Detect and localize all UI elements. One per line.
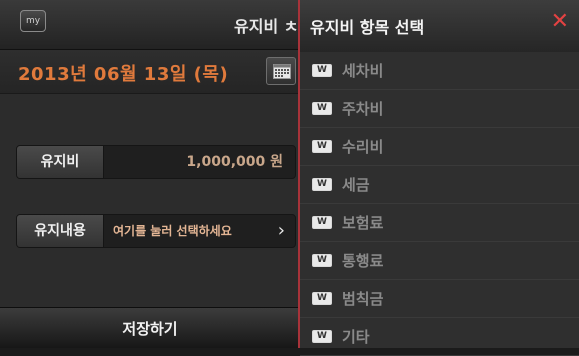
list-item[interactable]: W 통행료 [300,242,579,280]
list-item-label: 세차비 [342,62,384,80]
date-display[interactable]: 2013년 06월 13일 (목) [18,60,228,86]
won-tag-icon-text: W [317,103,327,113]
list-item-label: 수리비 [342,138,384,156]
won-tag-icon: W [312,254,332,267]
list-item[interactable]: W 주차비 [300,90,579,128]
won-tag-icon: W [312,178,332,191]
panel-title: 유지비 항목 선택 [310,18,425,37]
won-tag-icon-text: W [317,217,327,227]
detail-placeholder: 여기를 눌러 선택하세요 [113,224,232,238]
detail-label: 유지내용 [17,215,104,247]
item-list: W 세차비 W 주차비 W 수리비 W 세금 W 보험료 W 통행료 W 범칙금 W 기타 [300,52,579,356]
won-tag-icon-text: W [317,65,327,75]
won-tag-icon-text: W [317,141,327,151]
list-item[interactable]: W 수리비 [300,128,579,166]
top-bar: my 유지비 ㅊ [0,0,300,50]
panel-header: 유지비 항목 선택 ✕ [300,0,579,52]
maintenance-form-screen: my 유지비 ㅊ 2013년 06월 13일 (목) 유지비 1,000,000… [0,0,300,348]
list-item-label: 세금 [342,176,370,194]
list-item[interactable]: W 세금 [300,166,579,204]
list-item-label: 범칙금 [342,290,384,308]
my-button[interactable]: my [20,10,46,32]
list-item[interactable]: W 세차비 [300,52,579,90]
won-tag-icon-text: W [317,179,327,189]
cost-value: 1,000,000 원 [186,154,283,170]
won-tag-icon: W [312,216,332,229]
list-item[interactable]: W 기타 [300,318,579,356]
chevron-right-icon: › [277,220,285,241]
save-button[interactable]: 저장하기 [0,307,300,348]
won-tag-icon: W [312,292,332,305]
cost-label: 유지비 [17,146,104,178]
won-tag-icon-text: W [317,293,327,303]
save-label: 저장하기 [122,320,178,338]
won-tag-icon-text: W [317,255,327,265]
cost-field[interactable]: 유지비 1,000,000 원 [16,145,296,179]
list-item[interactable]: W 보험료 [300,204,579,242]
screen-title: 유지비 ㅊ [234,17,299,36]
list-item[interactable]: W 범칙금 [300,280,579,318]
list-item-label: 통행료 [342,252,384,270]
list-item-label: 보험료 [342,214,384,232]
list-item-label: 주차비 [342,100,384,118]
calendar-icon [273,64,291,79]
close-icon[interactable]: ✕ [551,10,569,34]
detail-field[interactable]: 유지내용 여기를 눌러 선택하세요 › [16,214,296,248]
won-tag-icon: W [312,64,332,77]
calendar-button[interactable] [266,57,296,85]
item-select-panel: 유지비 항목 선택 ✕ W 세차비 W 주차비 W 수리비 W 세금 W 보험료 W 통행료 W 범칙금 W… [298,0,579,356]
won-tag-icon: W [312,102,332,115]
date-bar: 2013년 06월 13일 (목) [0,50,300,94]
won-tag-icon: W [312,140,332,153]
won-tag-icon-text: W [317,331,327,341]
list-item-label: 기타 [342,328,370,346]
won-tag-icon: W [312,330,332,343]
